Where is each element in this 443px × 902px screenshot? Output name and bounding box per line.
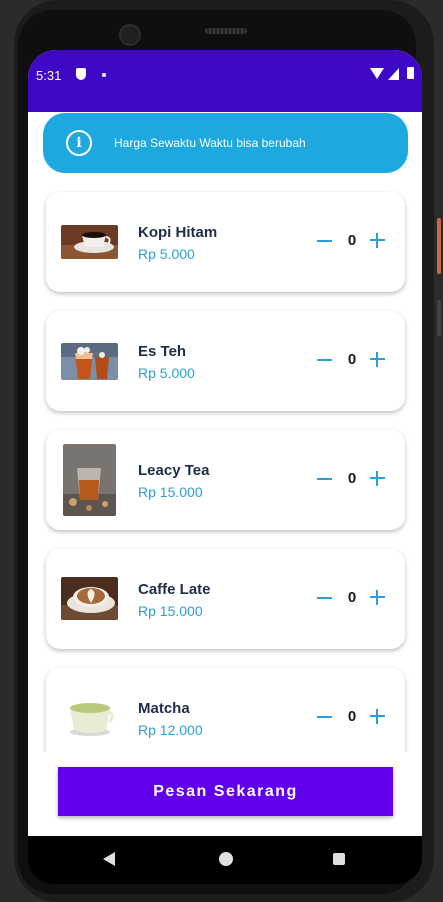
menu-item-card: Kopi Hitam Rp 5.000 0 bbox=[46, 192, 405, 292]
signal-icon bbox=[388, 68, 399, 80]
volume-button bbox=[437, 300, 441, 336]
quantity-stepper: 0 bbox=[315, 466, 387, 492]
plus-icon[interactable] bbox=[370, 590, 385, 605]
quantity-stepper: 0 bbox=[315, 228, 387, 254]
minus-icon[interactable] bbox=[317, 716, 332, 718]
price-notice-banner: i Harga Sewaktu Waktu bisa berubah bbox=[43, 113, 408, 173]
shield-icon bbox=[76, 68, 86, 80]
quantity-value: 0 bbox=[347, 708, 357, 725]
quantity-value: 0 bbox=[347, 470, 357, 487]
minus-icon[interactable] bbox=[317, 478, 332, 480]
quantity-value: 0 bbox=[347, 232, 357, 249]
item-name: Es Teh bbox=[138, 343, 187, 360]
plus-icon[interactable] bbox=[370, 352, 385, 367]
wifi-icon bbox=[370, 68, 384, 79]
item-name: Matcha bbox=[138, 700, 190, 717]
system-navigation-bar bbox=[28, 836, 422, 884]
menu-item-card: Es Teh Rp 5.000 0 bbox=[46, 311, 405, 411]
item-price: Rp 12.000 bbox=[138, 722, 203, 738]
earpiece-speaker bbox=[205, 28, 247, 34]
app-screen: 5:31 i Harga Sewaktu Waktu bisa berubah … bbox=[28, 50, 422, 836]
plus-icon[interactable] bbox=[370, 709, 385, 724]
front-camera bbox=[119, 24, 141, 46]
recent-apps-icon[interactable] bbox=[333, 853, 345, 865]
menu-item-card: Caffe Late Rp 15.000 0 bbox=[46, 549, 405, 649]
status-time: 5:31 bbox=[36, 68, 62, 83]
product-image bbox=[61, 225, 118, 259]
item-name: Caffe Late bbox=[138, 581, 211, 598]
product-image bbox=[61, 696, 118, 739]
item-price: Rp 15.000 bbox=[138, 603, 203, 619]
quantity-value: 0 bbox=[347, 351, 357, 368]
plus-icon[interactable] bbox=[370, 471, 385, 486]
quantity-value: 0 bbox=[347, 589, 357, 606]
item-price: Rp 15.000 bbox=[138, 484, 203, 500]
minus-icon[interactable] bbox=[317, 597, 332, 599]
item-price: Rp 5.000 bbox=[138, 365, 195, 381]
quantity-stepper: 0 bbox=[315, 347, 387, 373]
plus-icon[interactable] bbox=[370, 233, 385, 248]
item-name: Leacy Tea bbox=[138, 462, 210, 479]
quantity-stepper: 0 bbox=[315, 704, 387, 730]
product-image bbox=[61, 577, 118, 620]
product-image bbox=[61, 343, 118, 380]
power-button bbox=[437, 218, 441, 274]
home-icon[interactable] bbox=[219, 852, 233, 866]
quantity-stepper: 0 bbox=[315, 585, 387, 611]
item-name: Kopi Hitam bbox=[138, 224, 218, 241]
order-now-button[interactable]: Pesan Sekarang bbox=[58, 767, 393, 816]
banner-text: Harga Sewaktu Waktu bisa berubah bbox=[114, 136, 306, 150]
footer-bar: Pesan Sekarang bbox=[28, 752, 422, 836]
back-icon[interactable] bbox=[103, 852, 115, 866]
minus-icon[interactable] bbox=[317, 359, 332, 361]
status-bar: 5:31 bbox=[28, 50, 422, 112]
menu-item-card: Leacy Tea Rp 15.000 0 bbox=[46, 430, 405, 530]
item-price: Rp 5.000 bbox=[138, 246, 195, 262]
product-image bbox=[63, 444, 116, 516]
battery-icon bbox=[407, 67, 414, 79]
minus-icon[interactable] bbox=[317, 240, 332, 242]
notification-dot-icon bbox=[102, 73, 106, 77]
info-icon: i bbox=[66, 130, 92, 156]
